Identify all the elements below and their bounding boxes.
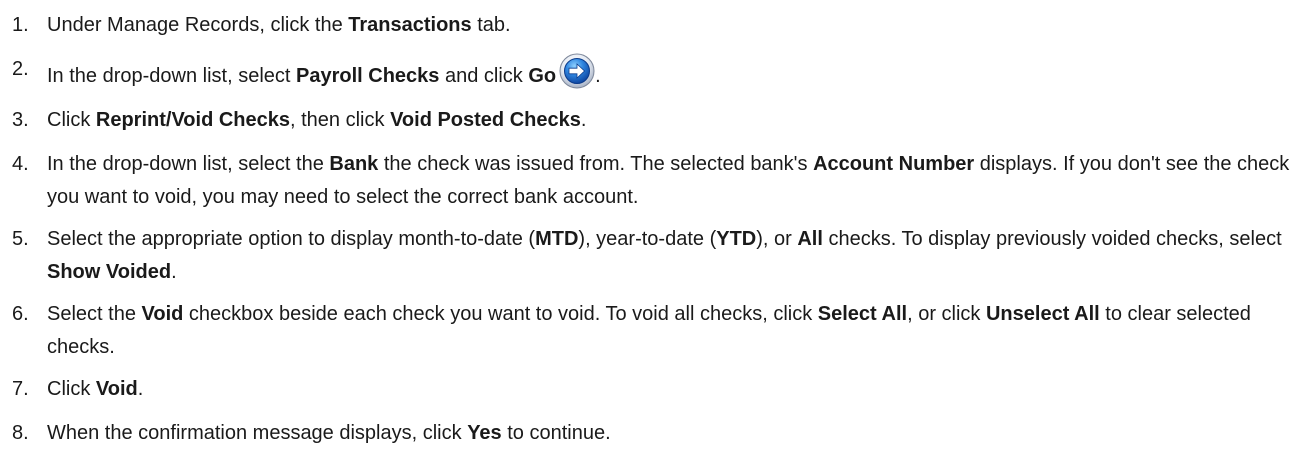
text-run: tab.	[471, 14, 511, 36]
step-number: 5.	[12, 228, 29, 250]
step-number: 7.	[12, 378, 29, 400]
text-run: .	[595, 65, 601, 87]
ui-term-reprint-void-checks: Reprint/Void Checks	[95, 109, 291, 131]
step-7: 7. Click Void.	[0, 373, 1299, 406]
text-run: to continue.	[501, 422, 611, 444]
text-run: Click	[47, 109, 96, 131]
step-5: 5. Select the appropriate option to disp…	[0, 223, 1299, 289]
ui-term-account-number: Account Number	[813, 153, 975, 175]
go-arrow-icon	[559, 53, 595, 89]
step-text: Click Void.	[47, 378, 143, 400]
text-run: Select the appropriate option to display…	[47, 228, 536, 250]
text-run: ), or	[756, 228, 798, 250]
ui-term-mtd: MTD	[535, 228, 579, 250]
ui-term-void-posted-checks: Void Posted Checks	[390, 109, 581, 131]
step-text: In the drop-down list, select Payroll Ch…	[47, 53, 601, 89]
step-text: Select the appropriate option to display…	[47, 228, 1282, 283]
step-text: When the confirmation message displays, …	[47, 422, 611, 444]
text-run: ), year-to-date (	[578, 228, 717, 250]
ui-term-show-voided: Show Voided	[47, 261, 172, 283]
instruction-steps: 1. Under Manage Records, click the Trans…	[0, 0, 1299, 450]
text-run: Click	[47, 378, 96, 400]
text-run: Under Manage Records, click the	[47, 14, 349, 36]
text-run: and click	[439, 65, 529, 87]
text-run: Select the	[47, 303, 142, 325]
text-run: In the drop-down list, select the	[47, 153, 330, 175]
step-8: 8. When the confirmation message display…	[0, 417, 1299, 450]
ui-term-payroll-checks: Payroll Checks	[296, 65, 440, 87]
step-text: Select the Void checkbox beside each che…	[47, 303, 1251, 358]
step-number: 8.	[12, 422, 29, 444]
text-run: .	[580, 109, 587, 131]
text-run: In the drop-down list, select	[47, 65, 297, 87]
ui-term-select-all: Select All	[817, 303, 908, 325]
step-number: 6.	[12, 303, 29, 325]
step-6: 6. Select the Void checkbox beside each …	[0, 298, 1299, 364]
step-text: In the drop-down list, select the Bank t…	[47, 153, 1289, 208]
step-4: 4. In the drop-down list, select the Ban…	[0, 148, 1299, 214]
step-2: 2. In the drop-down list, select Payroll…	[0, 53, 1299, 93]
text-run: the check was issued from. The selected …	[378, 153, 814, 175]
ui-term-ytd: YTD	[716, 228, 757, 250]
ui-term-unselect-all: Unselect All	[985, 303, 1100, 325]
text-run: When the confirmation message displays, …	[47, 422, 468, 444]
ui-term-all: All	[797, 228, 823, 250]
step-3: 3. Click Reprint/Void Checks, then click…	[0, 104, 1299, 137]
text-run: , then click	[290, 109, 391, 131]
text-run: checks. To display previously voided che…	[822, 228, 1282, 250]
ui-term-bank: Bank	[329, 153, 379, 175]
step-number: 4.	[12, 153, 29, 175]
step-number: 3.	[12, 109, 29, 131]
ui-term-go: Go	[528, 65, 557, 87]
text-run: checkbox beside each check you want to v…	[183, 303, 818, 325]
step-text: Under Manage Records, click the Transact…	[47, 14, 511, 36]
text-run: .	[137, 378, 144, 400]
ui-term-void: Void	[95, 378, 138, 400]
ui-term-transactions: Transactions	[348, 14, 472, 36]
ui-term-yes: Yes	[467, 422, 502, 444]
text-run: .	[171, 261, 177, 283]
step-1: 1. Under Manage Records, click the Trans…	[0, 9, 1299, 42]
ui-term-void: Void	[141, 303, 184, 325]
step-text: Click Reprint/Void Checks, then click Vo…	[47, 109, 586, 131]
step-number: 1.	[12, 14, 29, 36]
text-run: , or click	[907, 303, 986, 325]
step-number: 2.	[12, 58, 29, 80]
